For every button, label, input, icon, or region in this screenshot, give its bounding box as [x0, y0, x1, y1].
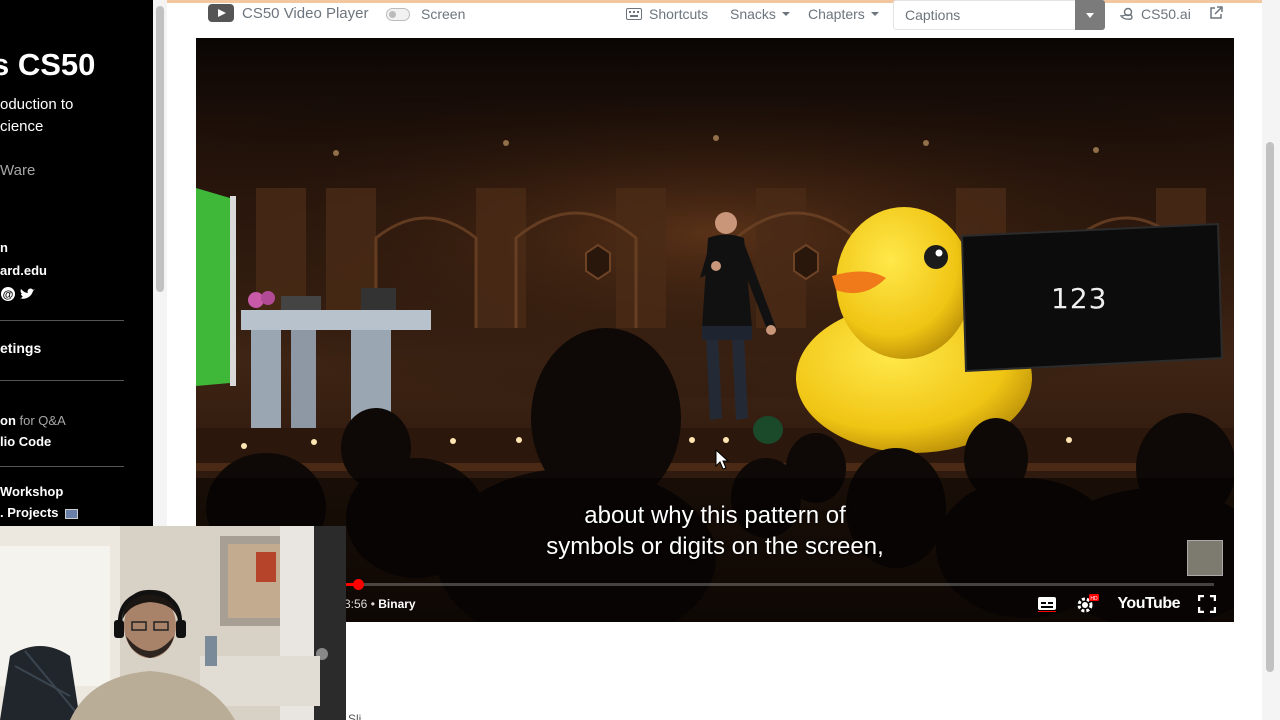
screen-toggle-label: Screen [421, 6, 466, 22]
sidebar-scrollbar-thumb[interactable] [156, 6, 164, 292]
cs50ai-link[interactable]: CS50.ai [1120, 6, 1191, 22]
screen-toggle-switch[interactable] [386, 7, 410, 21]
svg-text:HD: HD [1091, 596, 1099, 602]
vscode-link[interactable]: lio Code [0, 434, 51, 449]
course-title: s CS50 [0, 47, 96, 82]
cs50ai-label: CS50.ai [1141, 6, 1191, 22]
webcam-overlay [0, 526, 346, 720]
qa-prefix: on [0, 413, 16, 428]
workshop-link[interactable]: Workshop [0, 484, 63, 499]
contact-email[interactable]: ard.edu [0, 263, 47, 278]
time-and-chapter: 3:56 • Binary [344, 597, 416, 611]
external-link-icon [1210, 6, 1223, 19]
captions-placeholder: Captions [905, 7, 961, 23]
page-scrollbar-thumb[interactable] [1266, 142, 1274, 672]
chapter-separator: • [367, 597, 379, 611]
youtube-wordmark-link[interactable]: YouTube [1117, 595, 1180, 613]
chevron-down-icon [870, 12, 879, 16]
svg-text:@: @ [3, 289, 14, 301]
course-subtitle-line2: cience [0, 118, 44, 135]
threads-icon[interactable]: @ [1, 287, 15, 301]
external-link-button[interactable] [1209, 6, 1223, 20]
captions-select[interactable]: Captions [893, 0, 1105, 30]
subtitles-icon[interactable] [1037, 596, 1057, 612]
captions-dropdown-button[interactable] [1075, 0, 1105, 30]
caption-overlay: about why this pattern of symbols or dig… [196, 500, 1234, 562]
progress-bar[interactable] [346, 583, 1214, 586]
twitter-icon[interactable] [20, 288, 35, 299]
browser-viewport: s CS50 oduction to cience Ware n ard.edu… [0, 0, 1280, 720]
settings-gear-icon[interactable]: HD [1075, 594, 1100, 614]
author-name: Ware [0, 162, 36, 179]
snacks-dropdown[interactable]: Snacks [730, 6, 790, 22]
course-subtitle-line1: oduction to [0, 96, 74, 113]
sidebar-scrollbar[interactable] [153, 0, 167, 526]
sidebar-divider [0, 466, 124, 467]
meetings-link[interactable]: etings [0, 340, 41, 356]
sidebar: s CS50 oduction to cience Ware n ard.edu… [0, 0, 153, 526]
below-player-text: Sli [348, 712, 362, 720]
shortcuts-label: Shortcuts [649, 6, 709, 22]
chevron-down-icon [781, 12, 790, 16]
youtube-logo-icon [208, 4, 234, 22]
sidebar-divider [0, 380, 124, 381]
contact-line1[interactable]: n [0, 240, 8, 255]
player-toolbar: CS50 Video Player Screen Shortcuts Snack… [196, 0, 1234, 30]
caption-line-1: about why this pattern of [584, 502, 846, 529]
fullscreen-icon[interactable] [1198, 595, 1216, 613]
video-player[interactable]: 123 about why this pattern of symbols or… [196, 38, 1234, 622]
caption-line-2: symbols or digits on the screen, [546, 533, 884, 560]
sidebar-divider [0, 320, 124, 321]
webcam-video [0, 526, 346, 720]
projects-link[interactable]: . Projects [0, 505, 78, 520]
snacks-label: Snacks [730, 6, 776, 22]
chapters-label: Chapters [808, 6, 865, 22]
flag-icon [64, 508, 78, 519]
qa-link[interactable]: on for Q&A [0, 413, 66, 428]
chapter-name[interactable]: Binary [378, 597, 415, 611]
player-controls-right: HD YouTube [1037, 594, 1216, 614]
chapters-dropdown[interactable]: Chapters [808, 6, 879, 22]
duck-icon [1120, 7, 1133, 20]
page-scrollbar[interactable] [1262, 0, 1280, 720]
player-title: CS50 Video Player [242, 4, 369, 22]
stage-monitor-number: 123 [1051, 282, 1108, 315]
shortcuts-button[interactable]: Shortcuts [626, 6, 708, 22]
current-time: 3:56 [344, 597, 368, 611]
social-icons: @ [0, 286, 40, 306]
projects-label: . Projects [0, 505, 59, 520]
keyboard-icon [626, 8, 642, 20]
qa-suffix: for Q&A [15, 413, 66, 428]
channel-thumbnail[interactable] [1187, 540, 1223, 576]
player-title-group: CS50 Video Player [208, 4, 368, 22]
screen-toggle-group[interactable]: Screen [386, 6, 465, 22]
